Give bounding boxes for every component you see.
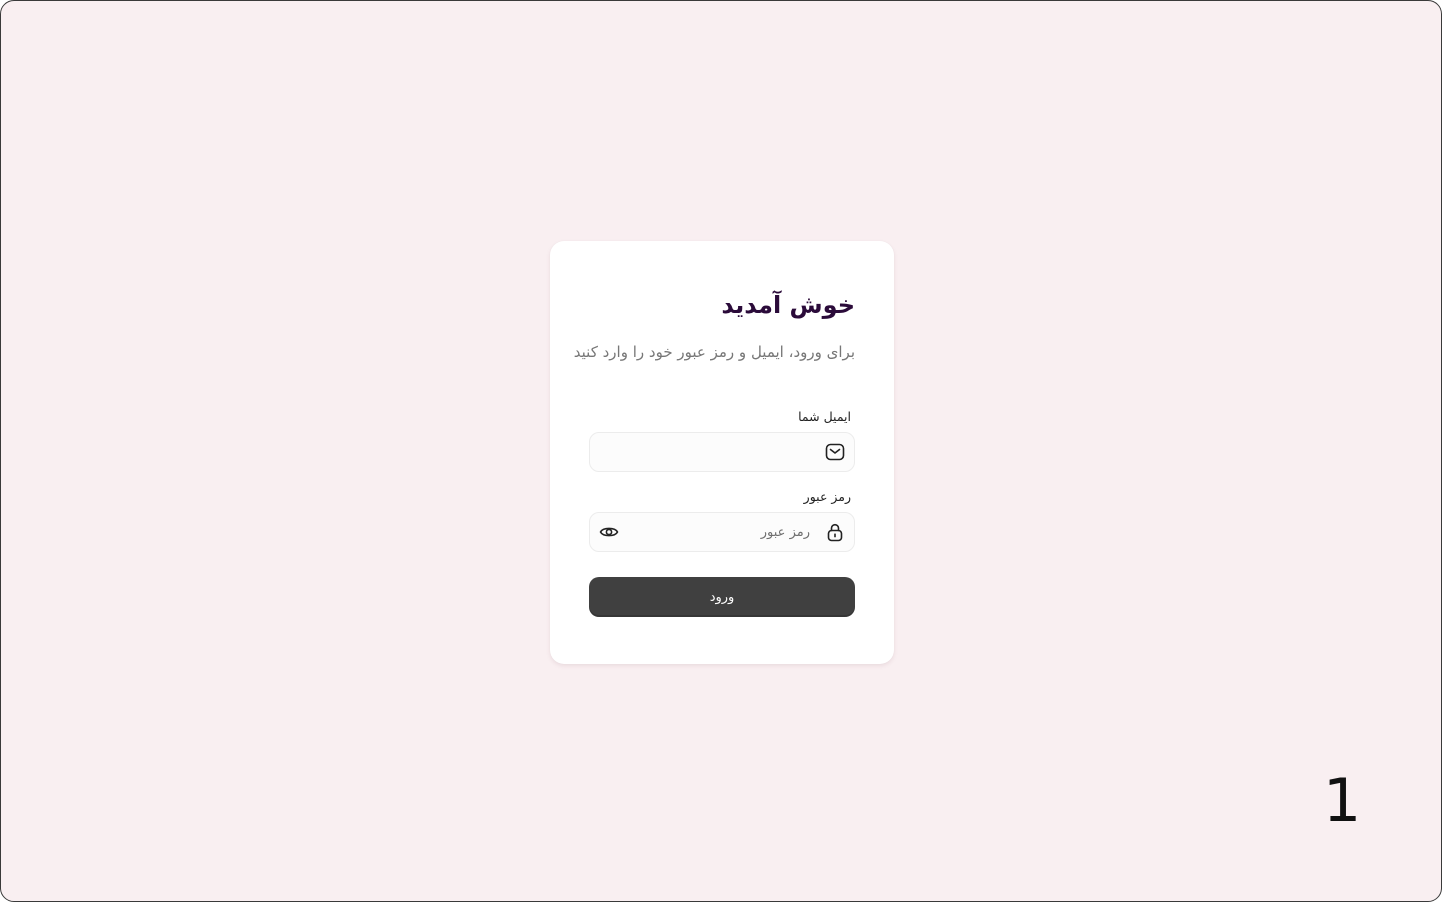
- password-input[interactable]: [634, 513, 810, 551]
- email-label: ایمیل شما: [798, 409, 851, 424]
- password-label: رمز عبور: [803, 489, 851, 504]
- page-title: خوش آمدید: [721, 291, 855, 319]
- page-number: 1: [1323, 766, 1362, 836]
- screen: خوش آمدید برای ورود، ایمیل و رمز عبور خو…: [0, 0, 1442, 902]
- email-field-wrapper: [589, 432, 855, 472]
- password-field-wrapper: [589, 512, 855, 552]
- login-card: خوش آمدید برای ورود، ایمیل و رمز عبور خو…: [550, 241, 894, 664]
- login-button[interactable]: ورود: [589, 577, 855, 617]
- email-input[interactable]: [602, 433, 810, 471]
- lock-icon: [825, 522, 845, 542]
- page-subtitle: برای ورود، ایمیل و رمز عبور خود را وارد …: [573, 343, 855, 361]
- mail-icon: [825, 442, 845, 462]
- eye-icon[interactable]: [599, 522, 619, 542]
